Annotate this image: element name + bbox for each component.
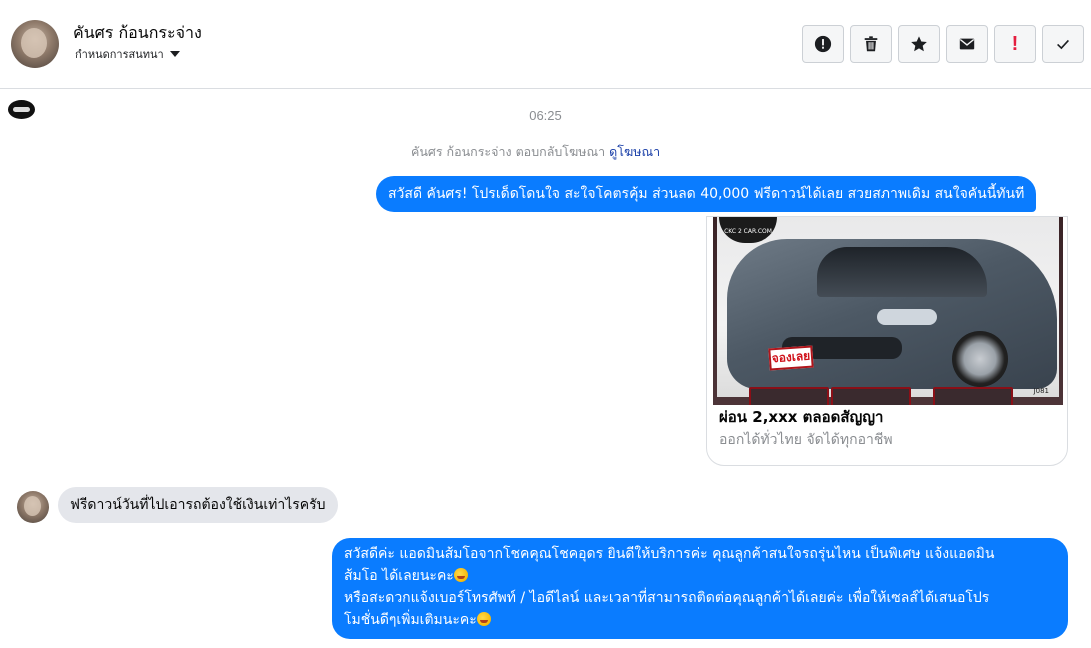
smiling-hearts-emoji-icon <box>476 612 491 626</box>
car-image: CKC 2 CAR.COM จองเลย J081 <box>713 217 1063 405</box>
ad-card[interactable]: CKC 2 CAR.COM จองเลย J081 ผ่อน 2,xxx ตลอ… <box>706 216 1068 466</box>
star-button[interactable] <box>898 25 940 63</box>
outgoing-message: สวัสดี คันศร! โปรเด็ดโดนใจ สะใจโคตรคุ้ม … <box>376 176 1037 212</box>
outgoing-message: สวัสดีค่ะ แอดมินส้มโอจากโชคคุณโชคอุดร ยิ… <box>332 538 1068 639</box>
smiling-hearts-emoji-icon <box>453 568 468 582</box>
contact-name[interactable]: คันศร ก้อนกระจ่าง <box>73 21 202 46</box>
thumbnail <box>831 387 911 405</box>
report-button[interactable] <box>802 25 844 63</box>
ad-card-title: ผ่อน 2,xxx ตลอดสัญญา <box>719 408 884 426</box>
message-line: สวัสดีค่ะ แอดมินส้มโอจากโชคคุณโชคอุดร ยิ… <box>344 546 995 562</box>
contact-avatar[interactable] <box>11 20 59 68</box>
caret-down-icon <box>169 51 180 57</box>
incoming-message: ฟรีดาวน์วันที่ไปเอารถต้องใช้เงินเท่าไรคร… <box>58 487 338 523</box>
assign-conversation-dropdown[interactable]: กำหนดการสนทนา <box>75 45 180 63</box>
mark-unread-button[interactable] <box>946 25 988 63</box>
assign-conversation-label: กำหนดการสนทนา <box>75 48 164 61</box>
exclamation-icon: ! <box>1011 32 1019 55</box>
check-icon <box>1057 39 1069 50</box>
thumbnail <box>933 387 1013 405</box>
ad-reply-text: คันศร ก้อนกระจ่าง ตอบกลับโฆษณา <box>411 144 606 159</box>
conversation-header: คันศร ก้อนกระจ่าง กำหนดการสนทนา ! <box>0 0 1091 89</box>
envelope-icon <box>959 38 975 50</box>
view-ad-link[interactable]: ดูโฆษณา <box>609 144 660 159</box>
contact-avatar-small[interactable] <box>17 491 49 523</box>
delete-button[interactable] <box>850 25 892 63</box>
message-timestamp: 06:25 <box>529 108 562 123</box>
star-icon <box>911 36 927 52</box>
action-toolbar: ! <box>802 25 1084 63</box>
message-line: ส้มโอ ได้เลยนะคะ <box>344 568 454 584</box>
message-line: โมชั่นดีๆเพิ่มเติมนะคะ <box>344 612 477 628</box>
spam-button[interactable]: ! <box>994 25 1036 63</box>
message-line: หรือสะดวกแจ้งเบอร์โทรศัพท์ / ไอดีไลน์ แล… <box>344 590 990 606</box>
image-thumbnails <box>719 387 1059 405</box>
report-icon <box>814 35 832 53</box>
mark-done-button[interactable] <box>1042 25 1084 63</box>
trash-icon <box>864 36 878 52</box>
book-now-sticker: จองเลย <box>768 345 814 371</box>
ad-card-subtitle: ออกได้ทั่วไทย จัดได้ทุกอาชีพ <box>719 432 893 448</box>
thumbnail <box>749 387 829 405</box>
